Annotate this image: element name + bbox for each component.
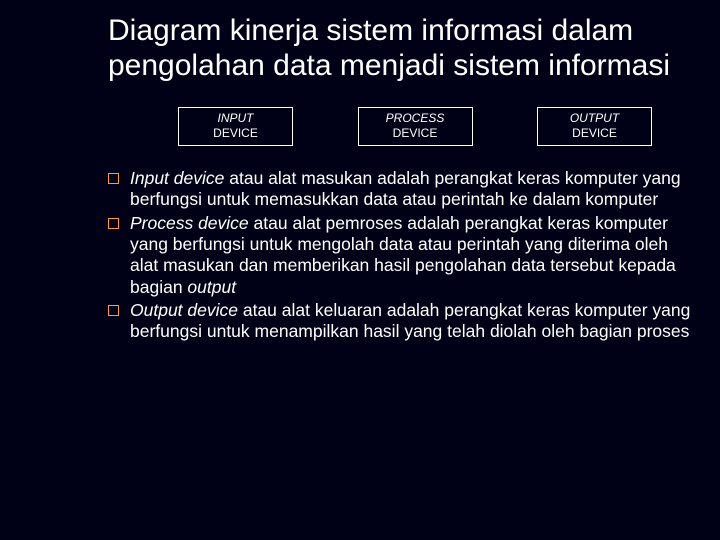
bullet-list: Input device atau alat masukan adalah pe… xyxy=(108,168,692,343)
slide-title: Diagram kinerja sistem informasi dalam p… xyxy=(108,14,692,83)
bullet-process-device: Process device atau alat pemroses adalah… xyxy=(130,213,692,298)
term-output-device: Output device xyxy=(130,300,243,320)
box-process-device: PROCESS DEVICE xyxy=(358,107,473,146)
box-output-device: OUTPUT DEVICE xyxy=(537,107,652,146)
process-flow-row: INPUT DEVICE PROCESS DEVICE OUTPUT DEVIC… xyxy=(108,107,692,146)
box-output-line1: OUTPUT xyxy=(538,111,651,126)
box-input-line2: DEVICE xyxy=(179,126,292,141)
bullet-input-device: Input device atau alat masukan adalah pe… xyxy=(130,168,692,211)
term-input-device: Input device xyxy=(130,168,224,188)
box-output-line2: DEVICE xyxy=(538,126,651,141)
box-process-line2: DEVICE xyxy=(359,126,472,141)
bullet-output-device: Output device atau alat keluaran adalah … xyxy=(130,300,692,343)
text-process-device-b: output xyxy=(187,277,236,297)
term-process-device: Process device xyxy=(130,213,249,233)
box-input-device: INPUT DEVICE xyxy=(178,107,293,146)
box-process-line1: PROCESS xyxy=(359,111,472,126)
box-input-line1: INPUT xyxy=(179,111,292,126)
